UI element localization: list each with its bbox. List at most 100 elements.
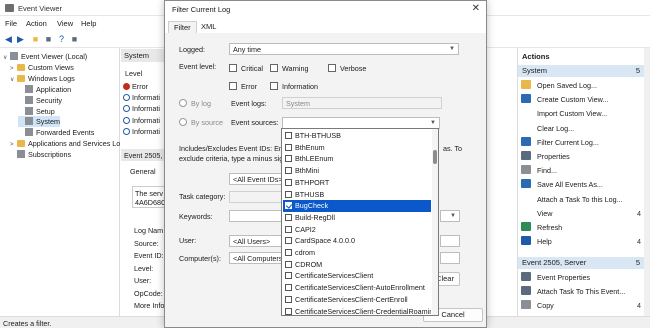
action-item[interactable]: View 4 — [521, 207, 643, 220]
event-source-item[interactable]: CertificateServicesClient-AutoEnrollment — [283, 282, 431, 294]
checkbox-icon[interactable] — [285, 132, 292, 139]
checkbox-icon[interactable] — [285, 143, 292, 151]
checkbox-icon[interactable] — [285, 307, 292, 315]
tree-item[interactable]: Application — [18, 84, 71, 95]
event-source-item[interactable]: cdrom — [283, 247, 431, 259]
event-source-item[interactable]: CAPI2 — [283, 224, 431, 236]
chevron-down-icon[interactable]: ∨ — [3, 53, 10, 64]
task-category-select[interactable] — [229, 191, 283, 203]
tab-general[interactable]: General — [130, 167, 156, 176]
action-item[interactable]: Create Custom View... — [521, 93, 643, 106]
event-source-item[interactable]: CardSpace 4.0.0.0 — [283, 235, 431, 247]
actions-section-event[interactable]: Event 2505, Server 5 — [518, 257, 644, 269]
event-source-item[interactable]: BthLEEnum — [283, 153, 431, 165]
action-item[interactable]: Filter Current Log... — [521, 136, 643, 149]
collapse-arrow-icon[interactable]: 5 — [636, 65, 640, 77]
checkbox-icon[interactable] — [285, 167, 292, 175]
folder-icon[interactable]: ■ — [30, 34, 41, 45]
tree-item[interactable]: Setup — [18, 106, 55, 117]
checkbox-icon[interactable] — [285, 295, 292, 303]
event-row[interactable]: Informati — [121, 103, 165, 114]
level-critical-checkbox[interactable]: Critical — [229, 64, 263, 73]
event-source-item[interactable]: CertificateServicesClient-CertEnroll — [283, 294, 431, 306]
tree-item[interactable]: Forwarded Events — [18, 127, 94, 138]
action-item[interactable]: Refresh — [521, 221, 643, 234]
event-ids-input[interactable]: <All Event IDs> — [229, 173, 283, 185]
action-item[interactable]: Event Properties — [521, 271, 643, 284]
event-row[interactable]: Error — [121, 81, 165, 92]
tab-xml[interactable]: XML — [196, 21, 221, 33]
event-source-item[interactable]: BthMini — [283, 165, 431, 177]
checkbox-icon[interactable] — [285, 260, 292, 268]
actions-section-system[interactable]: System 5 — [518, 65, 644, 77]
event-row[interactable]: Informati — [121, 115, 165, 126]
level-column-header[interactable]: Level — [125, 69, 142, 78]
tree-item[interactable]: > Custom Views — [10, 62, 74, 73]
user-input-tail[interactable] — [440, 235, 460, 247]
action-item[interactable]: Attach a Task To this Log... — [521, 193, 643, 206]
checkbox-icon[interactable] — [285, 178, 292, 186]
help-icon[interactable]: ? — [56, 34, 67, 45]
event-source-item[interactable]: BTHUSB — [283, 189, 431, 201]
checkbox-icon[interactable] — [285, 155, 292, 163]
checkbox-icon[interactable] — [285, 272, 292, 280]
by-source-radio[interactable]: By source — [179, 118, 223, 127]
action-item[interactable]: Open Saved Log... — [521, 79, 643, 92]
computers-input-tail[interactable] — [440, 252, 460, 264]
action-item[interactable]: Clear Log... — [521, 122, 643, 135]
logged-select[interactable]: Any time ▼ — [229, 43, 459, 55]
event-source-item[interactable]: CertificateServicesClient-CredentialRoam… — [283, 306, 431, 315]
keywords-dropdown[interactable]: ▼ — [440, 210, 460, 222]
by-log-radio[interactable]: By log — [179, 99, 211, 108]
dropdown-scroll-thumb[interactable] — [433, 150, 437, 164]
action-item[interactable]: Attach Task To This Event... — [521, 285, 643, 298]
menu-file[interactable]: File — [5, 19, 17, 28]
action-item[interactable]: Save All Events As... — [521, 178, 643, 191]
checkbox-icon[interactable] — [285, 284, 292, 292]
close-icon[interactable]: ✕ — [472, 3, 480, 14]
tree-item[interactable]: ∨ Windows Logs — [10, 73, 75, 84]
collapse-arrow-icon[interactable]: 5 — [636, 257, 640, 269]
checkbox-icon[interactable] — [285, 237, 292, 245]
level-verbose-checkbox[interactable]: Verbose — [328, 64, 366, 73]
event-source-item[interactable]: CDROM — [283, 259, 431, 271]
action-item[interactable]: Properties — [521, 150, 643, 163]
action-item[interactable]: Find... — [521, 164, 643, 177]
event-row[interactable]: Informati — [121, 126, 165, 137]
menu-view[interactable]: View — [57, 19, 73, 28]
actions-scrollbar[interactable] — [644, 48, 650, 316]
tree-item[interactable]: Subscriptions — [10, 149, 71, 160]
menu-help[interactable]: Help — [81, 19, 96, 28]
forward-arrow-icon[interactable]: ▶ — [15, 34, 26, 45]
level-warning-checkbox[interactable]: Warning — [270, 64, 309, 73]
checkbox-icon[interactable] — [285, 213, 292, 221]
keywords-select[interactable] — [229, 210, 283, 222]
action-item[interactable]: Import Custom View... — [521, 107, 643, 120]
event-source-item[interactable]: BthEnum — [283, 142, 431, 154]
event-row[interactable]: Informati — [121, 92, 165, 103]
action-item[interactable]: Copy 4 — [521, 299, 643, 312]
tree-item[interactable]: Security — [18, 95, 62, 106]
event-source-item[interactable]: BugCheck — [283, 200, 431, 212]
tab-filter[interactable]: Filter — [168, 21, 197, 33]
checkbox-icon[interactable] — [285, 190, 292, 198]
checkbox-icon[interactable] — [285, 225, 292, 233]
checked-checkbox-icon[interactable] — [285, 202, 292, 210]
level-error-checkbox[interactable]: Error — [229, 82, 257, 91]
chevron-down-icon[interactable]: ∨ — [10, 75, 17, 86]
tree-item[interactable]: ∨ Event Viewer (Local) — [3, 51, 87, 62]
computers-input[interactable]: <All Computers — [229, 252, 283, 264]
event-sources-dropdown[interactable]: BTH-BTHUSB BthEnum BthLEEnum BthMini BTHPORT… — [281, 128, 439, 316]
checkbox-icon[interactable] — [285, 249, 292, 256]
action-item[interactable]: Help 4 — [521, 235, 643, 248]
event-logs-field[interactable]: System — [282, 97, 442, 109]
event-source-item[interactable]: BTHPORT — [283, 177, 431, 189]
event-source-item[interactable]: Build-RegDll — [283, 212, 431, 224]
console-icon[interactable]: ■ — [43, 34, 54, 45]
event-source-item[interactable]: CertificateServicesClient — [283, 270, 431, 282]
tree-item[interactable]: System — [18, 116, 60, 128]
user-input[interactable]: <All Users> — [229, 235, 283, 247]
level-information-checkbox[interactable]: Information — [270, 82, 318, 91]
event-source-item[interactable]: BTH-BTHUSB — [283, 130, 431, 142]
back-arrow-icon[interactable]: ◀ — [3, 34, 14, 45]
